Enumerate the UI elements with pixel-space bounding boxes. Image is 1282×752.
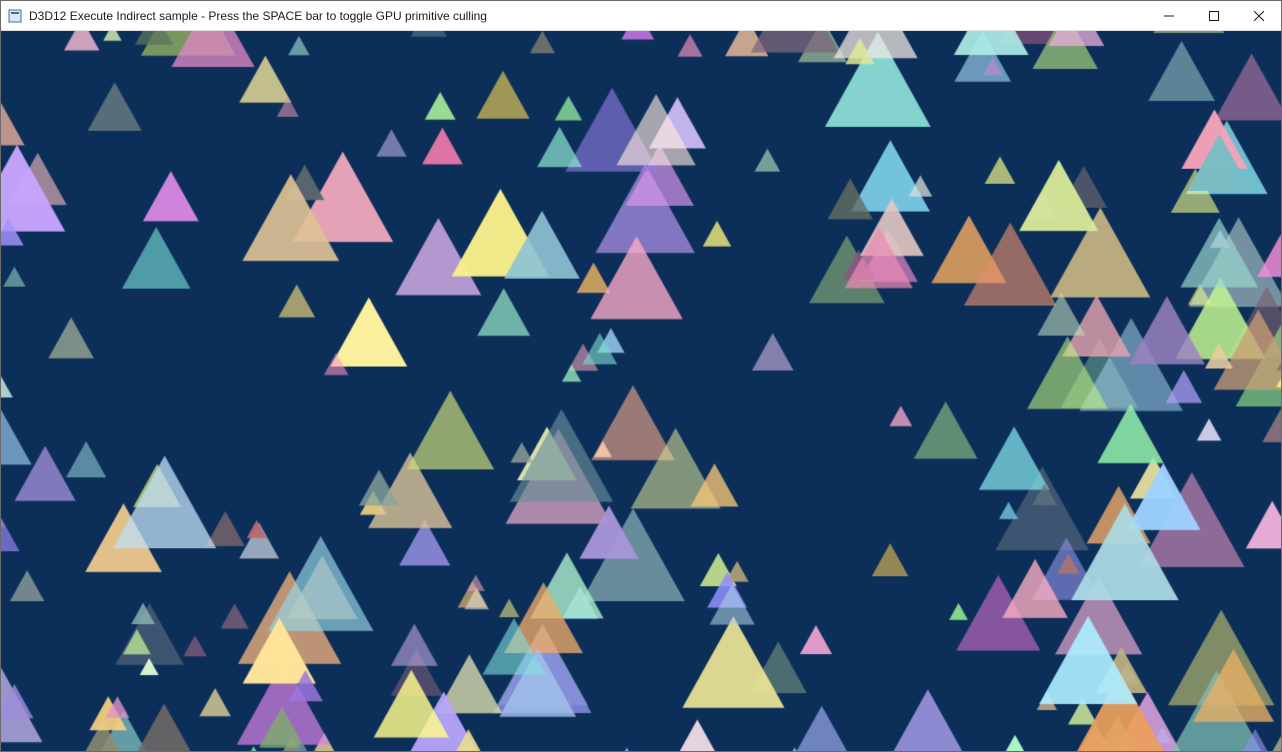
maximize-button[interactable]	[1191, 1, 1236, 30]
minimize-icon	[1164, 11, 1174, 21]
titlebar[interactable]: D3D12 Execute Indirect sample - Press th…	[1, 1, 1281, 31]
close-button[interactable]	[1236, 1, 1281, 30]
maximize-icon	[1209, 11, 1219, 21]
render-viewport[interactable]	[1, 31, 1281, 751]
window-title: D3D12 Execute Indirect sample - Press th…	[29, 9, 1146, 23]
render-canvas	[1, 31, 1281, 751]
minimize-button[interactable]	[1146, 1, 1191, 30]
window-controls	[1146, 1, 1281, 30]
app-icon	[7, 8, 23, 24]
app-window: D3D12 Execute Indirect sample - Press th…	[0, 0, 1282, 752]
close-icon	[1254, 11, 1264, 21]
